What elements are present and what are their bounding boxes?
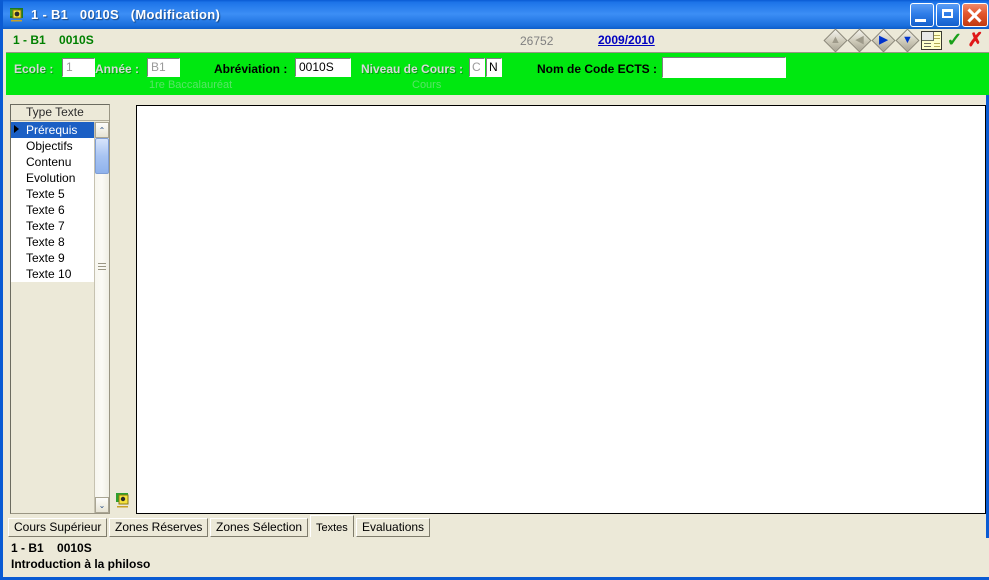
record-toolbar: 1 - B1 0010S 26752 2009/2010 ▲ ◀ ▶ ▼ ✓ ✗ bbox=[6, 28, 989, 53]
niveau-de-cours-label: Niveau de Cours : bbox=[361, 62, 464, 76]
niveau-description: Cours bbox=[412, 79, 442, 91]
list-view-icon bbox=[921, 31, 942, 50]
minimize-icon bbox=[915, 19, 926, 22]
list-item-label: Texte 6 bbox=[26, 203, 65, 217]
app-icon bbox=[9, 7, 25, 23]
list-view-button[interactable] bbox=[920, 29, 943, 52]
tab-label: Zones Réserves bbox=[115, 520, 203, 534]
tab-cours-sup-rieur[interactable]: Cours Supérieur bbox=[8, 518, 108, 537]
niveau-flag-field[interactable]: N bbox=[486, 58, 502, 77]
tab-zones-s-lection[interactable]: Zones Sélection bbox=[210, 518, 309, 537]
record-number: 26752 bbox=[520, 34, 554, 48]
list-item-label: Prérequis bbox=[26, 123, 78, 137]
text-editor-content[interactable] bbox=[137, 106, 985, 513]
maximize-icon bbox=[942, 9, 953, 18]
tab-evaluations[interactable]: Evaluations bbox=[356, 518, 431, 537]
tab-label: Textes bbox=[316, 522, 348, 534]
ecole-label: Ecole : bbox=[14, 62, 54, 76]
text-type-list: Type Texte Prérequis Objectifs Contenu Evol… bbox=[10, 104, 110, 514]
window-title: 1 - B1 0010S (Modification) bbox=[31, 7, 221, 22]
scroll-down-button[interactable]: ⌄ bbox=[95, 497, 109, 513]
cancel-button[interactable]: ✗ bbox=[965, 29, 986, 52]
abreviation-field[interactable]: 0010S bbox=[295, 58, 351, 77]
list-item-label: Texte 8 bbox=[26, 235, 65, 249]
tab-label: Zones Sélection bbox=[216, 520, 303, 534]
ecole-field[interactable]: 1 bbox=[62, 58, 95, 77]
tab-label: Cours Supérieur bbox=[14, 520, 102, 534]
course-identification-panel: Ecole : 1 Année : B1 1re Baccalauréat Ab… bbox=[6, 53, 989, 95]
list-item-label: Texte 10 bbox=[26, 267, 72, 281]
list-item-label: Texte 5 bbox=[26, 187, 65, 201]
status-course-title: Introduction à la philoso bbox=[11, 557, 151, 571]
navigation-button-group: ▲ ◀ ▶ ▼ ✓ ✗ bbox=[823, 28, 989, 53]
tab-textes[interactable]: Textes bbox=[310, 515, 354, 537]
close-button[interactable] bbox=[962, 3, 988, 27]
confirm-button[interactable]: ✓ bbox=[944, 29, 965, 52]
minimize-button[interactable] bbox=[910, 3, 934, 27]
last-record-button[interactable]: ▼ bbox=[895, 28, 920, 53]
list-column-header: Type Texte bbox=[11, 105, 109, 121]
tab-zones-r-serves[interactable]: Zones Réserves bbox=[109, 518, 209, 537]
scrollbar-track[interactable] bbox=[95, 138, 109, 497]
row-selection-indicator bbox=[14, 125, 19, 133]
edit-record-icon[interactable] bbox=[115, 492, 132, 509]
record-code: 1 - B1 0010S bbox=[13, 33, 94, 47]
diamond-right-icon: ▶ bbox=[871, 28, 896, 53]
list-body: Prérequis Objectifs Contenu Evolution Texte … bbox=[11, 122, 109, 513]
list-item-label: Evolution bbox=[26, 171, 76, 185]
niveau-code-field[interactable]: C bbox=[469, 58, 485, 77]
status-course-code: 1 - B1 0010S bbox=[11, 541, 92, 555]
diamond-up-icon: ▲ bbox=[823, 28, 848, 53]
list-item-label: Objectifs bbox=[26, 139, 73, 153]
maximize-button[interactable] bbox=[936, 3, 960, 27]
scrollbar-thumb[interactable] bbox=[95, 138, 109, 174]
list-item-label: Texte 7 bbox=[26, 219, 65, 233]
diamond-left-icon: ◀ bbox=[847, 28, 872, 53]
academic-year-link[interactable]: 2009/2010 bbox=[598, 33, 655, 47]
text-editor-area[interactable] bbox=[136, 105, 986, 514]
title-bar: 1 - B1 0010S (Modification) bbox=[3, 0, 989, 29]
next-record-button[interactable]: ▶ bbox=[871, 28, 896, 53]
nom-code-ects-field[interactable] bbox=[662, 57, 786, 78]
application-window: 1 - B1 0010S (Modification) 1 - B1 0010S… bbox=[0, 0, 989, 580]
window-controls bbox=[910, 3, 988, 27]
status-bar: 1 - B1 0010S Introduction à la philoso bbox=[6, 538, 989, 577]
annee-description: 1re Baccalauréat bbox=[149, 79, 233, 91]
diamond-down-icon: ▼ bbox=[895, 28, 920, 53]
annee-label: Année : bbox=[95, 62, 140, 76]
tab-label: Evaluations bbox=[362, 520, 425, 534]
list-item-label: Texte 9 bbox=[26, 251, 65, 265]
tab-strip: Cours Supérieur Zones Réserves Zones Sélec… bbox=[8, 515, 986, 537]
nom-code-ects-label: Nom de Code ECTS : bbox=[537, 62, 658, 76]
previous-record-button[interactable]: ◀ bbox=[847, 28, 872, 53]
list-vertical-scrollbar[interactable]: ⌃ ⌄ bbox=[94, 122, 109, 513]
first-record-button[interactable]: ▲ bbox=[823, 28, 848, 53]
scrollbar-grip-icon bbox=[98, 263, 106, 270]
scroll-up-button[interactable]: ⌃ bbox=[95, 122, 109, 138]
abreviation-label: Abréviation : bbox=[214, 62, 288, 76]
list-item-label: Contenu bbox=[26, 155, 72, 169]
annee-field[interactable]: B1 bbox=[147, 58, 180, 77]
